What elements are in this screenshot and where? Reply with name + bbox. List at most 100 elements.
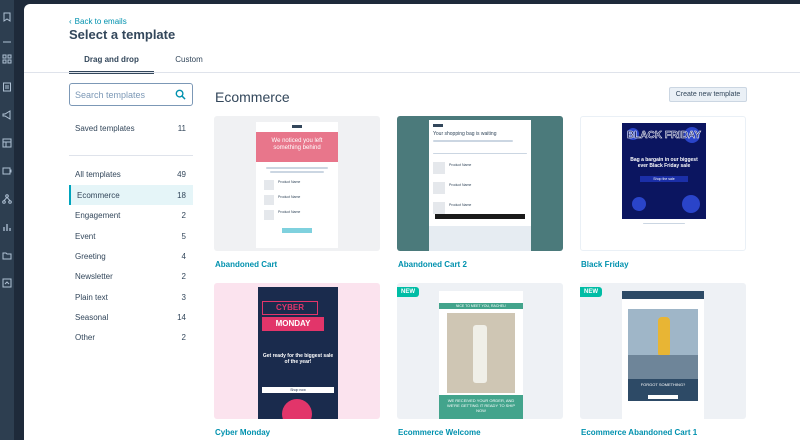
tab-custom[interactable]: Custom [160, 52, 218, 74]
divider-icon [2, 37, 12, 47]
search-box [69, 83, 193, 106]
new-badge: NEW [580, 287, 602, 297]
product-name: Product Name [278, 195, 301, 199]
preview-hero-image [447, 313, 515, 393]
preview-cta [282, 228, 312, 233]
template-card-cyber-monday[interactable]: CYBER MONDAY Get ready for the biggest s… [214, 283, 380, 419]
template-preview: Your shopping bag is waiting Product Nam… [429, 120, 531, 251]
rock-shape [628, 355, 698, 379]
sidebar-item-all-templates[interactable]: All templates 49 [69, 164, 193, 184]
product-thumb [264, 180, 274, 190]
preview-headline: Your shopping bag is waiting [433, 131, 497, 137]
template-name[interactable]: Abandoned Cart [215, 260, 277, 269]
sidebar-item-count: 2 [181, 332, 186, 342]
template-card-abandoned-cart-2[interactable]: Your shopping bag is waiting Product Nam… [397, 116, 563, 251]
template-name[interactable]: Black Friday [581, 260, 629, 269]
product-name: Product Name [278, 210, 301, 214]
sidebar-item-plain-text[interactable]: Plain text 3 [69, 287, 193, 307]
preview-top-banner: NICE TO MEET YOU, RACHEL! [439, 303, 523, 309]
preview-headline-2: MONDAY [262, 317, 324, 331]
template-preview: We noticed you left something behind Pro… [256, 122, 338, 248]
page-title: Select a template [69, 27, 176, 42]
sidebar-item-count: 2 [181, 210, 186, 220]
figure-shape [658, 317, 670, 357]
sidebar-divider [69, 155, 193, 156]
sidebar-item-label: Engagement [75, 210, 121, 220]
megaphone-icon[interactable] [2, 110, 12, 120]
preview-headline-1: CYBER [262, 301, 318, 315]
preview-cta [648, 395, 678, 399]
preview-headline: We noticed you left something behind [256, 132, 338, 162]
product-name: Product Name [449, 183, 472, 187]
sales-icon[interactable] [2, 138, 12, 148]
sidebar-item-count: 14 [177, 312, 186, 322]
product-name: Product Name [449, 203, 472, 207]
product-thumb [433, 182, 445, 194]
template-name[interactable]: Abandoned Cart 2 [398, 260, 467, 269]
folder-icon[interactable] [2, 250, 12, 260]
sidebar-item-count: 4 [181, 251, 186, 261]
sidebar-item-ecommerce[interactable]: Ecommerce 18 [69, 185, 193, 205]
sidebar-item-count: 11 [177, 123, 186, 133]
template-card-ecommerce-welcome[interactable]: NEW NICE TO MEET YOU, RACHEL! WE RECEIVE… [397, 283, 563, 419]
logo-mark [292, 125, 302, 128]
sidebar-item-label: Seasonal [75, 312, 109, 322]
grid-icon[interactable] [2, 54, 12, 64]
product-thumb [264, 210, 274, 220]
sidebar-item-saved-templates[interactable]: Saved templates 11 [69, 118, 193, 138]
sidebar-item-newsletter[interactable]: Newsletter 2 [69, 266, 193, 286]
sidebar-item-count: 3 [181, 292, 186, 302]
sidebar-item-other[interactable]: Other 2 [69, 327, 193, 347]
sidebar-item-event[interactable]: Event 5 [69, 226, 193, 246]
chevron-left-icon: ‹ [69, 17, 72, 26]
template-name[interactable]: Ecommerce Abandoned Cart 1 [581, 428, 697, 437]
sidebar-item-label: All templates [75, 169, 121, 179]
sidebar-item-greeting[interactable]: Greeting 4 [69, 246, 193, 266]
decor-circle [632, 197, 646, 211]
product-name: Product Name [278, 180, 301, 184]
tab-bar: Drag and drop Custom [69, 52, 218, 74]
sidebar-item-label: Plain text [75, 292, 108, 302]
sidebar-item-engagement[interactable]: Engagement 2 [69, 205, 193, 225]
template-preview: NICE TO MEET YOU, RACHEL! WE RECEIVED YO… [439, 291, 523, 419]
back-link-label: Back to emails [74, 17, 127, 26]
contacts-icon[interactable] [2, 82, 12, 92]
sidebar-item-label: Ecommerce [77, 190, 120, 200]
tab-drag-and-drop[interactable]: Drag and drop [69, 52, 154, 74]
template-card-black-friday[interactable]: BLACK FRIDAY Bag a bargain in our bigges… [580, 116, 746, 251]
template-picker-panel: ‹ Back to emails Select a template Drag … [24, 4, 800, 440]
service-icon[interactable] [2, 166, 12, 176]
preview-cta: Shop the sale [640, 176, 688, 182]
product-thumb [433, 202, 445, 214]
sidebar-item-count: 49 [177, 169, 186, 179]
reports-icon[interactable] [2, 222, 12, 232]
decor-circle [682, 195, 700, 213]
preview-cta: Shop now [262, 387, 334, 393]
preview-hero-image [628, 309, 698, 379]
sidebar-item-seasonal[interactable]: Seasonal 14 [69, 307, 193, 327]
bookmark-icon[interactable] [2, 12, 12, 22]
library-icon[interactable] [2, 278, 12, 288]
search-icon[interactable] [175, 89, 186, 100]
template-name[interactable]: Ecommerce Welcome [398, 428, 481, 437]
template-card-ecommerce-abandoned-cart-1[interactable]: NEW FORGOT SOMETHING? [580, 283, 746, 419]
sidebar-item-count: 18 [177, 190, 186, 200]
template-preview: FORGOT SOMETHING? [622, 291, 704, 419]
back-link[interactable]: ‹ Back to emails [69, 17, 127, 26]
automation-icon[interactable] [2, 194, 12, 204]
template-preview: BLACK FRIDAY Bag a bargain in our bigges… [622, 123, 706, 219]
sidebar-item-count: 2 [181, 271, 186, 281]
search-input[interactable] [75, 88, 169, 101]
tab-divider [24, 72, 800, 73]
template-card-abandoned-cart[interactable]: We noticed you left something behind Pro… [214, 116, 380, 251]
bottle-shape [473, 325, 487, 383]
create-new-template-button[interactable]: Create new template [669, 87, 747, 102]
preview-top-banner [622, 291, 704, 299]
preview-subhead: Get ready for the biggest sale of the ye… [262, 353, 334, 365]
preview-headline: BLACK FRIDAY [626, 130, 702, 141]
preview-footer-image [429, 226, 531, 251]
sidebar-item-label: Greeting [75, 251, 106, 261]
template-preview: CYBER MONDAY Get ready for the biggest s… [258, 287, 338, 419]
template-name[interactable]: Cyber Monday [215, 428, 270, 437]
decor-circle [282, 399, 312, 419]
